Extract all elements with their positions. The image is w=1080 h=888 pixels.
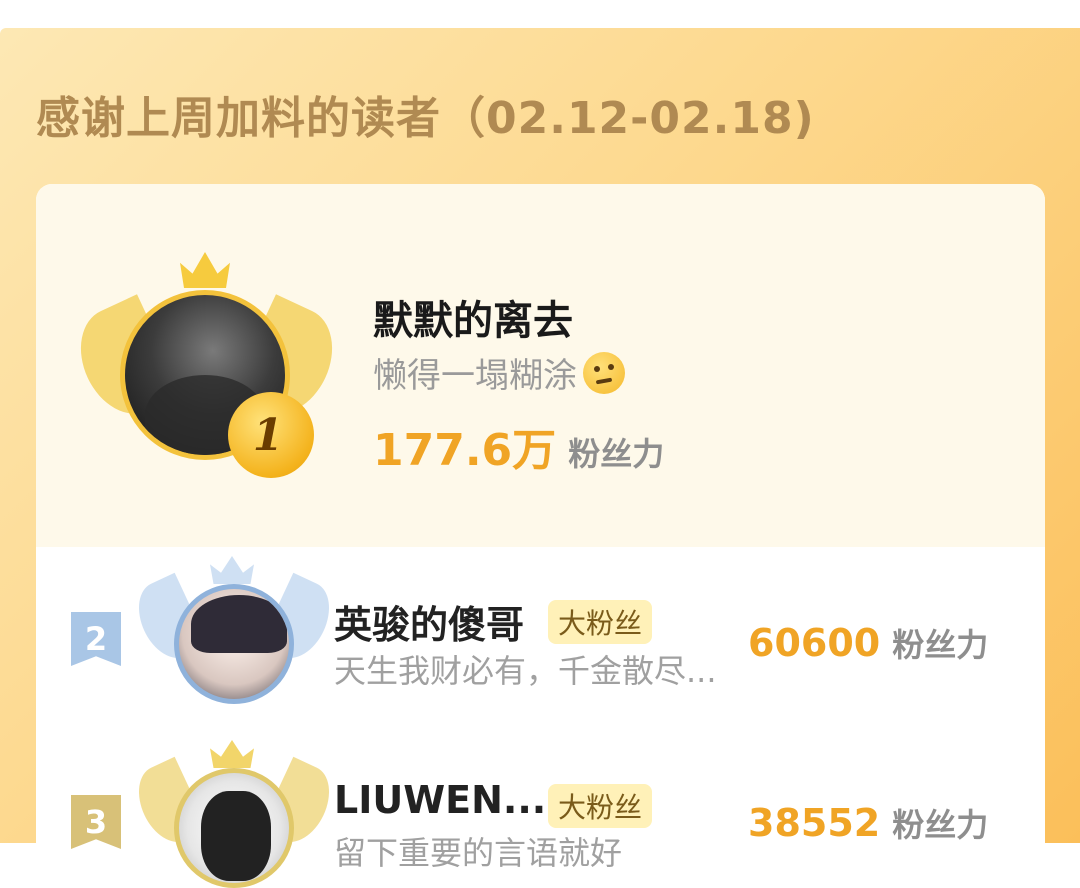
thinking-emoji-icon <box>583 351 625 394</box>
reader-score: 60600 粉丝力 <box>748 620 988 666</box>
reader-name[interactable]: 英骏的傻哥 <box>334 594 524 649</box>
fan-badge: 大粉丝 <box>548 600 653 644</box>
reader-score: 38552 粉丝力 <box>748 800 988 846</box>
reader-signature: 天生我财必有，千金散尽... <box>334 652 717 690</box>
fan-badge: 大粉丝 <box>548 784 653 828</box>
score-unit: 粉丝力 <box>892 806 989 844</box>
score-value: 177.6万 <box>373 425 557 476</box>
score-value: 60600 <box>748 621 881 665</box>
top-reader-score: 177.6万 粉丝力 <box>373 414 664 478</box>
top-reader-signature: 懒得一塌糊涂 <box>373 348 625 397</box>
avatar[interactable] <box>174 584 294 704</box>
signature-text: 懒得一塌糊涂 <box>373 356 577 396</box>
avatar[interactable] <box>174 768 294 888</box>
score-unit: 粉丝力 <box>568 435 665 473</box>
reader-name[interactable]: LIUWEN... <box>334 778 546 822</box>
top-reader-name[interactable]: 默默的离去 <box>373 288 573 346</box>
page-title: 感谢上周加料的读者（02.12-02.18) <box>36 93 815 144</box>
reader-signature: 留下重要的言语就好 <box>334 834 623 872</box>
rank-badge-1: 1 <box>228 392 314 478</box>
score-unit: 粉丝力 <box>892 626 989 664</box>
score-value: 38552 <box>748 801 881 845</box>
